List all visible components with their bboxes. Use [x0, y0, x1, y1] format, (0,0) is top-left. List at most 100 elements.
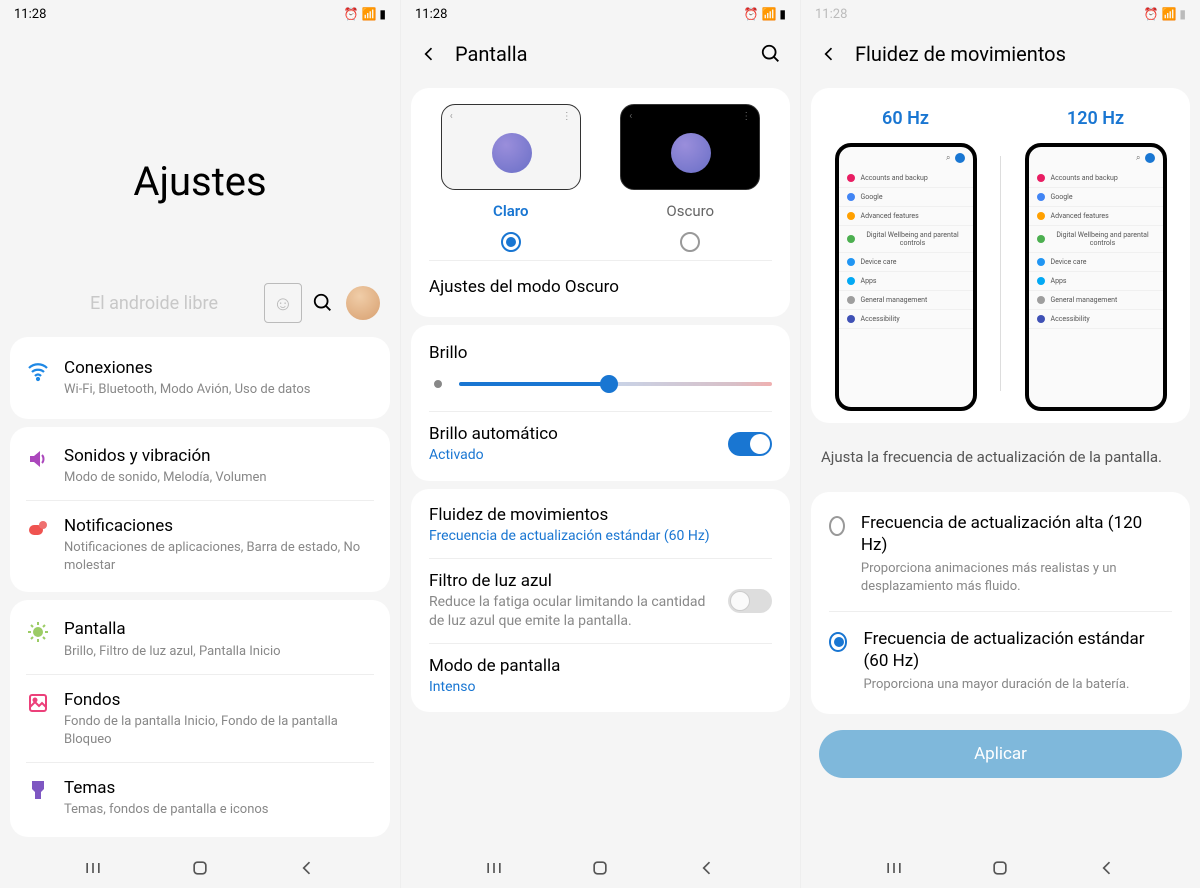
nav-bar	[0, 848, 400, 888]
brightness-icon	[429, 375, 447, 393]
settings-item-display[interactable]: Pantalla Brillo, Filtro de luz azul, Pant…	[10, 604, 390, 674]
back-icon[interactable]	[419, 44, 439, 64]
toggle-on[interactable]	[728, 432, 772, 456]
settings-main-screen: 11:28 ⏰ 📶 ▮ Ajustes El androide libre ☺ …	[0, 0, 400, 888]
brightness-slider[interactable]	[459, 382, 772, 386]
theme-card: ‹⋮ Claro ‹⋮ Oscuro Ajustes del modo Oscu…	[411, 88, 790, 317]
blue-light-row[interactable]: Filtro de luz azul Reduce la fatiga ocul…	[411, 559, 790, 643]
slider-thumb[interactable]	[600, 375, 618, 393]
phone-preview-120: ⌕Accounts and backupGoogleAdvanced featu…	[1025, 143, 1167, 411]
recents-button[interactable]	[884, 858, 904, 878]
page-title: Ajustes	[0, 158, 400, 205]
item-sub: Fondo de la pantalla Inicio, Fondo de la…	[64, 713, 374, 748]
watermark-text: El androide libre	[90, 293, 218, 314]
row-title: Brillo automático	[429, 424, 718, 444]
settings-item-sounds[interactable]: Sonidos y vibraciónModo de sonido, Melod…	[10, 431, 390, 501]
back-button[interactable]	[697, 858, 717, 878]
search-icon[interactable]	[760, 43, 782, 65]
motion-card: Fluidez de movimientos Frecuencia de act…	[411, 489, 790, 713]
display-settings-screen: 11:28 ⏰ 📶 ▮ Pantalla ‹⋮ Claro ‹⋮ Oscuro	[400, 0, 800, 888]
item-title: Conexiones	[64, 357, 374, 379]
home-button[interactable]	[190, 858, 210, 878]
settings-item-wallpaper[interactable]: FondosFondo de la pantalla Inicio, Fondo…	[26, 674, 374, 762]
wallpaper-icon	[26, 691, 50, 715]
back-button[interactable]	[297, 858, 317, 878]
item-title: Notificaciones	[64, 515, 374, 537]
settings-card: Sonidos y vibraciónModo de sonido, Melod…	[10, 427, 390, 593]
nav-bar	[801, 848, 1200, 888]
row-title: Filtro de luz azul	[429, 571, 718, 591]
hz-preview-card: 60 Hz ⌕Accounts and backupGoogleAdvanced…	[811, 88, 1190, 423]
header: Pantalla	[401, 28, 800, 80]
light-preview: ‹⋮	[441, 104, 581, 190]
status-time: 11:28	[14, 7, 46, 22]
radio-selected[interactable]	[829, 632, 847, 652]
status-time: 11:28	[415, 7, 447, 22]
hz-label: 60 Hz	[811, 108, 1000, 129]
status-bar: 11:28 ⏰ 📶 ▮	[801, 0, 1200, 28]
dark-mode-settings-link[interactable]: Ajustes del modo Oscuro	[411, 261, 790, 313]
option-standard-refresh[interactable]: Frecuencia de actualización estándar (60…	[811, 612, 1190, 710]
settings-item-notifications[interactable]: NotificacionesNotificaciones de aplicaci…	[26, 500, 374, 588]
item-title: Pantalla	[64, 618, 374, 640]
refresh-rate-options-card: Frecuencia de actualización alta (120 Hz…	[811, 492, 1190, 714]
option-sub: Proporciona una mayor duración de la bat…	[863, 676, 1172, 694]
back-icon[interactable]	[819, 44, 839, 64]
option-sub: Proporciona animaciones más realistas y …	[861, 560, 1172, 595]
brightness-card: Brillo Brillo automático Activado	[411, 325, 790, 481]
search-icon[interactable]	[312, 292, 334, 314]
header-title: Fluidez de movimientos	[855, 42, 1182, 66]
settings-item-connections[interactable]: Conexiones Wi-Fi, Bluetooth, Modo Avión, …	[10, 341, 390, 415]
item-sub: Wi-Fi, Bluetooth, Modo Avión, Uso de dat…	[64, 381, 374, 399]
recents-button[interactable]	[484, 858, 504, 878]
wifi-icon	[26, 359, 50, 383]
back-button[interactable]	[1097, 858, 1117, 878]
row-sub: Reduce la fatiga ocular limitando la can…	[429, 593, 718, 631]
status-icons: ⏰ 📶 ▮	[344, 7, 386, 21]
mascot-icon: ☺	[264, 283, 302, 323]
item-sub: Brillo, Filtro de luz azul, Pantalla Ini…	[64, 643, 374, 661]
settings-item-themes[interactable]: TemasTemas, fondos de pantalla e iconos	[26, 762, 374, 833]
status-bar: 11:28 ⏰ 📶 ▮	[0, 0, 400, 28]
hz-120-column: 120 Hz ⌕Accounts and backupGoogleAdvance…	[1001, 108, 1190, 411]
motion-smoothness-row[interactable]: Fluidez de movimientos Frecuencia de act…	[411, 493, 790, 558]
option-title: Frecuencia de actualización alta (120 Hz…	[861, 512, 1172, 556]
option-high-refresh[interactable]: Frecuencia de actualización alta (120 Hz…	[811, 496, 1190, 611]
home-button[interactable]	[990, 858, 1010, 878]
hz-label: 120 Hz	[1001, 108, 1190, 129]
option-title: Frecuencia de actualización estándar (60…	[863, 628, 1172, 672]
theme-label: Claro	[441, 202, 581, 220]
item-sub: Temas, fondos de pantalla e iconos	[64, 801, 374, 819]
theme-option-dark[interactable]: ‹⋮ Oscuro	[620, 104, 760, 256]
row-sub: Frecuencia de actualización estándar (60…	[429, 527, 762, 546]
sound-icon	[26, 447, 50, 471]
item-sub: Notificaciones de aplicaciones, Barra de…	[64, 539, 374, 574]
toggle-off[interactable]	[728, 589, 772, 613]
status-icons: ⏰ 📶 ▮	[1144, 7, 1186, 21]
screen-mode-row[interactable]: Modo de pantalla Intenso	[411, 644, 790, 709]
auto-brightness-row[interactable]: Brillo automático Activado	[411, 412, 790, 477]
theme-label: Oscuro	[620, 202, 760, 220]
nav-bar	[401, 848, 800, 888]
phone-preview-60: ⌕Accounts and backupGoogleAdvanced featu…	[835, 143, 977, 411]
row-title: Fluidez de movimientos	[429, 505, 762, 525]
home-button[interactable]	[590, 858, 610, 878]
radio-unselected[interactable]	[680, 232, 700, 252]
header-title: Pantalla	[455, 42, 744, 66]
item-title: Sonidos y vibración	[64, 445, 374, 467]
dark-preview: ‹⋮	[620, 104, 760, 190]
radio-selected[interactable]	[501, 232, 521, 252]
row-sub: Intenso	[429, 678, 762, 697]
recents-button[interactable]	[83, 858, 103, 878]
radio-unselected[interactable]	[829, 516, 845, 536]
theme-option-light[interactable]: ‹⋮ Claro	[441, 104, 581, 256]
row-sub: Activado	[429, 446, 718, 465]
themes-icon	[26, 779, 50, 803]
apply-button[interactable]: Aplicar	[819, 730, 1182, 778]
page-title-hero: Ajustes	[0, 28, 400, 215]
settings-card: Pantalla Brillo, Filtro de luz azul, Pant…	[10, 600, 390, 836]
brightness-label: Brillo	[411, 329, 790, 367]
status-icons: ⏰ 📶 ▮	[744, 7, 786, 21]
notification-icon	[26, 517, 50, 541]
profile-avatar[interactable]	[346, 286, 380, 320]
